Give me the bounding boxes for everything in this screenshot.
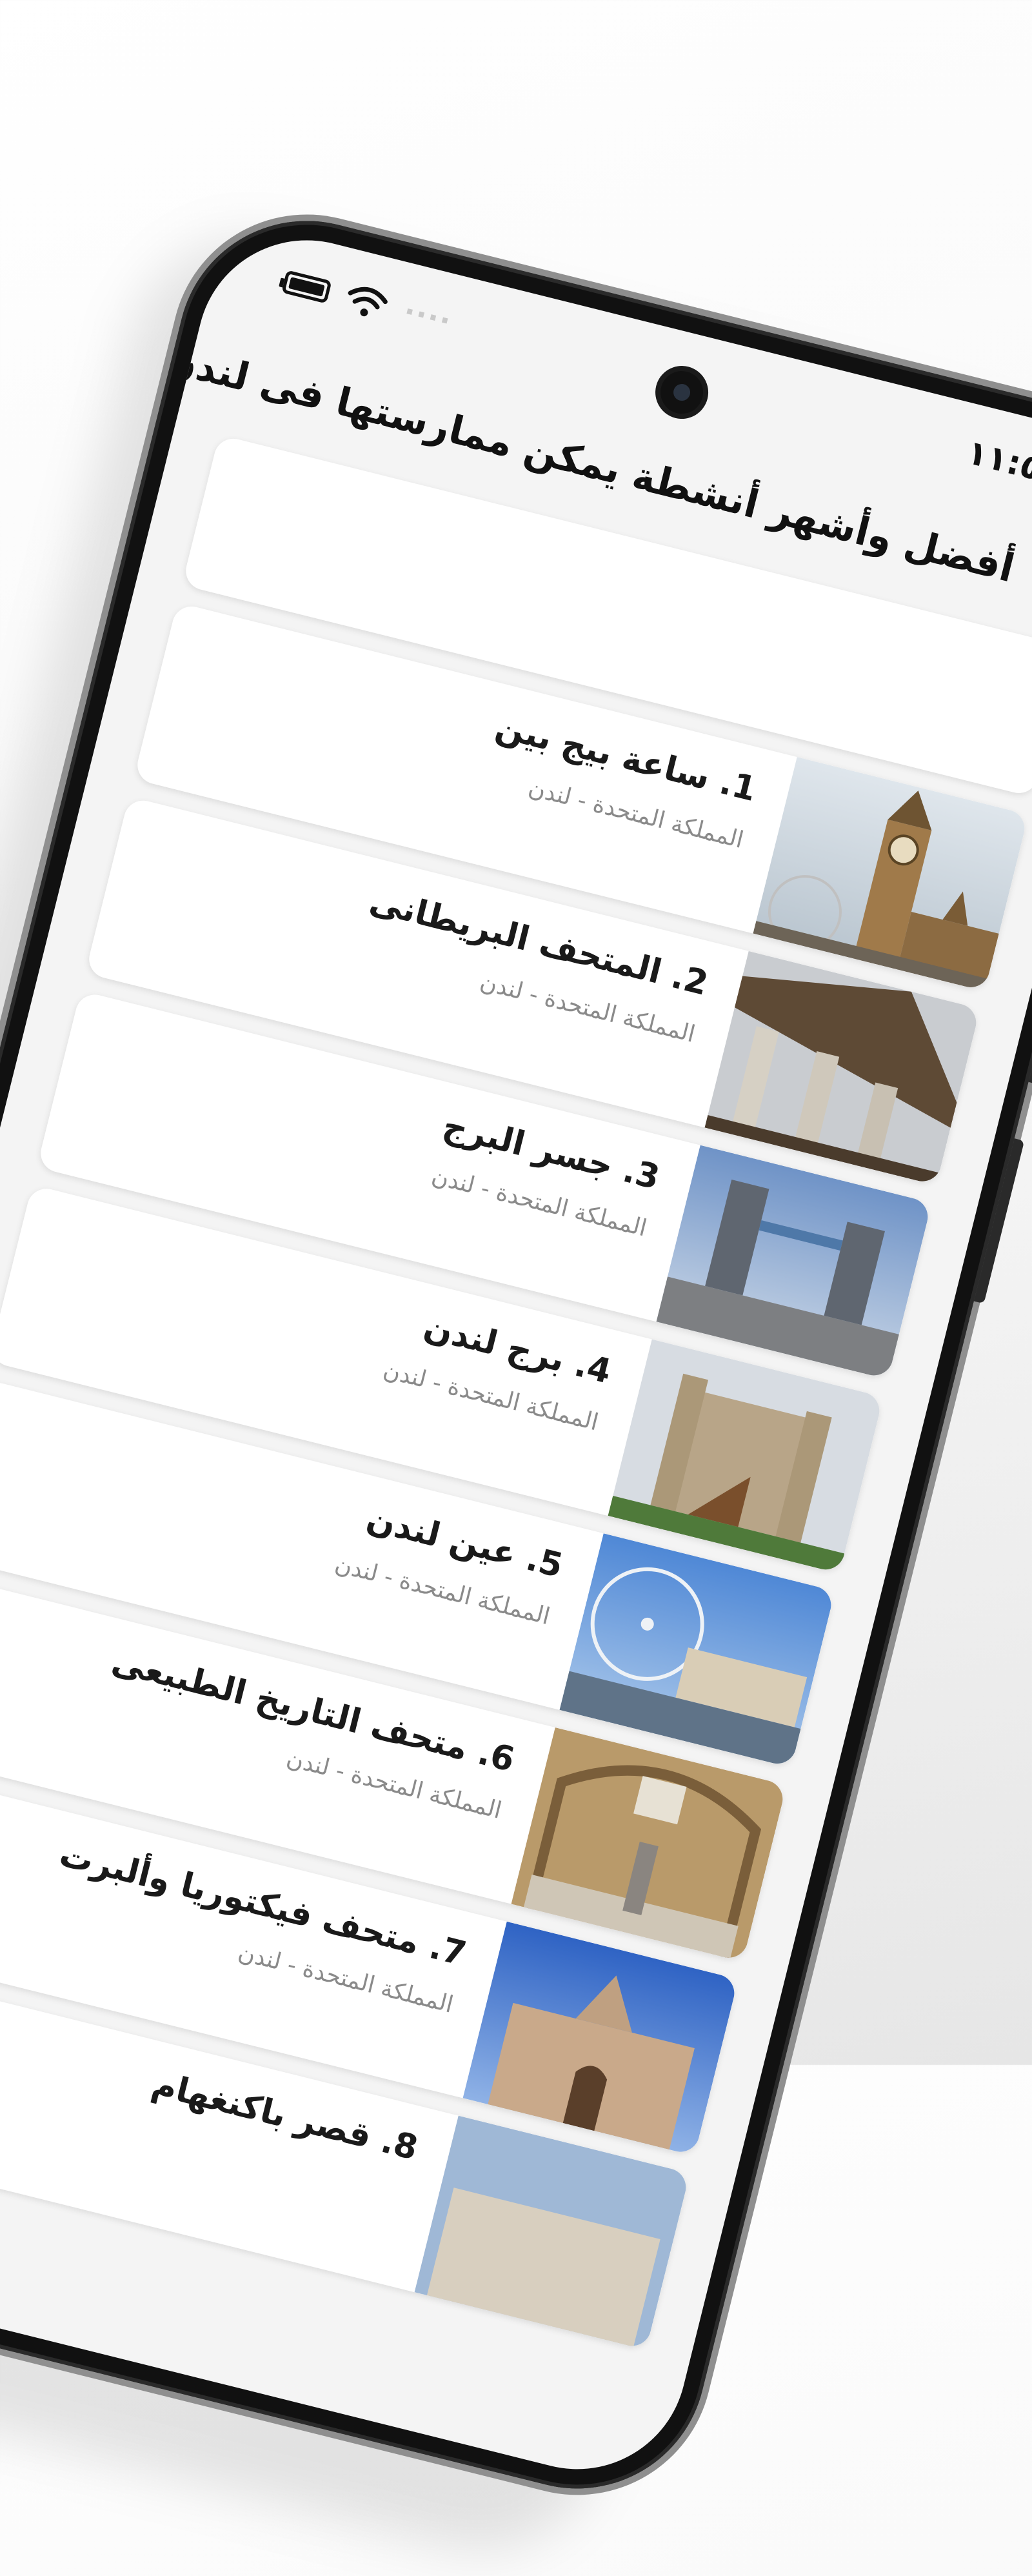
status-icons: ···· — [279, 265, 455, 339]
battery-icon — [279, 270, 332, 304]
status-time: ١١:٥٤ — [962, 432, 1032, 494]
signal-dots-icon: ···· — [400, 294, 455, 339]
power-key — [1028, 988, 1032, 1085]
big-ben-thumbnail — [753, 757, 1029, 992]
london-eye-thumbnail — [559, 1533, 835, 1768]
wifi-icon — [348, 287, 388, 317]
buckingham-palace-thumbnail — [414, 2115, 690, 2350]
activity-list[interactable]: 1. ساعة بيج بين المملكة المتحدة - لندن 2… — [0, 424, 1032, 2379]
screen: ···· ١١:٥٤ أفضل وأشهر أنشطة يمكن ممارسته… — [0, 217, 1032, 2493]
chevron-left-icon[interactable] — [1025, 546, 1032, 613]
tower-of-london-thumbnail — [608, 1339, 884, 1574]
victoria-albert-museum-thumbnail — [462, 1921, 739, 2156]
natural-history-museum-thumbnail — [511, 1727, 787, 1962]
tower-bridge-thumbnail — [656, 1145, 932, 1380]
phone-frame: ···· ١١:٥٤ أفضل وأشهر أنشطة يمكن ممارسته… — [0, 194, 1032, 2516]
british-museum-thumbnail — [704, 951, 980, 1185]
